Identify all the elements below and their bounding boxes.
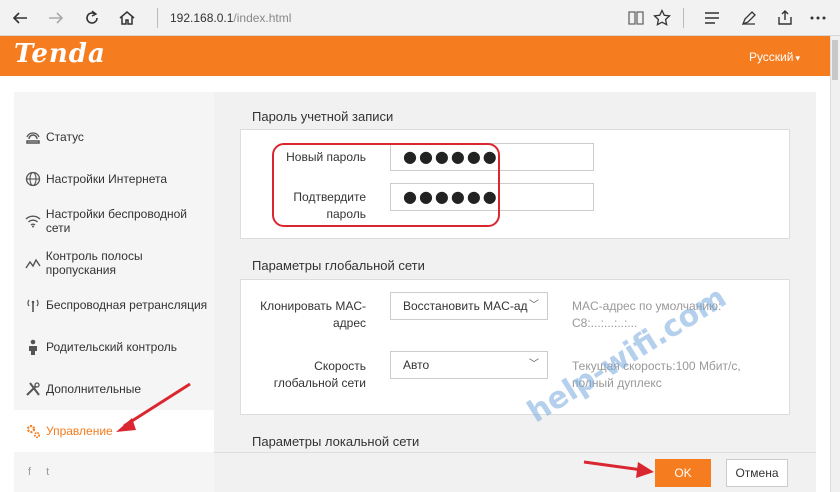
- default-mac-hint-2: C8:...:...:..:...: [572, 316, 638, 330]
- reading-view-icon[interactable]: [624, 6, 648, 30]
- parent-icon: [24, 339, 42, 355]
- address-separator: [157, 8, 158, 28]
- home-icon[interactable]: [115, 6, 139, 30]
- sidebar-item-advanced[interactable]: Дополнительные: [14, 368, 214, 410]
- refresh-icon[interactable]: [80, 6, 104, 30]
- router-header: Tenda Русский ▾: [0, 36, 830, 76]
- clone-mac-label-1: Клонировать MAC-: [260, 299, 366, 313]
- ok-button[interactable]: OK: [655, 459, 711, 487]
- annotation-highlight-box: [272, 143, 500, 227]
- forward-icon[interactable]: [44, 6, 68, 30]
- language-selector[interactable]: Русский ▾: [749, 50, 800, 64]
- toolbar-separator: [683, 8, 684, 28]
- tools-icon: [24, 381, 42, 397]
- globe-icon: [24, 171, 42, 187]
- social-links[interactable]: f t: [28, 466, 55, 478]
- antenna-icon: [24, 297, 42, 313]
- wan-speed-value: Авто: [403, 358, 430, 372]
- address-bar[interactable]: 192.168.0.1/index.html: [170, 11, 291, 25]
- wan-speed-select[interactable]: Авто ﹀: [390, 351, 548, 379]
- hub-menu-icon[interactable]: [700, 6, 724, 30]
- sidebar-item-parental[interactable]: Родительский контроль: [14, 326, 214, 368]
- wan-settings-title: Параметры глобальной сети: [252, 258, 425, 273]
- clone-mac-select[interactable]: Восстановить MAC-ад ﹀: [390, 292, 548, 320]
- page-scrollbar[interactable]: [830, 36, 840, 492]
- address-host: 192.168.0.1: [170, 11, 234, 25]
- sidebar-item-label: Беспроводная ретрансляция: [46, 298, 208, 312]
- clone-mac-value: Восстановить MAC-ад: [403, 299, 528, 313]
- language-caret-icon: ▾: [795, 53, 800, 63]
- share-icon[interactable]: [773, 6, 797, 30]
- sidebar: Статус Настройки Интернета Настройки бес…: [14, 92, 214, 492]
- address-path: /index.html: [233, 11, 292, 25]
- browser-toolbar: 192.168.0.1/index.html: [0, 0, 840, 36]
- sidebar-item-label: Родительский контроль: [46, 340, 177, 354]
- chevron-down-icon: ﹀: [529, 359, 539, 370]
- sidebar-item-label: Настройки Интернета: [46, 172, 168, 186]
- status-icon: [24, 129, 42, 145]
- wifi-icon: [24, 213, 42, 229]
- sidebar-item-management[interactable]: Управление: [14, 410, 214, 452]
- sidebar-item-label: Статус: [46, 130, 84, 144]
- sidebar-item-label: Управление: [46, 424, 113, 438]
- chevron-down-icon: ﹀: [529, 300, 539, 311]
- more-icon[interactable]: [806, 6, 830, 30]
- wan-speed-label-2: глобальной сети: [273, 376, 366, 390]
- sidebar-item-repeater[interactable]: Беспроводная ретрансляция: [14, 284, 214, 326]
- lan-settings-title: Параметры локальной сети: [252, 434, 420, 449]
- sidebar-item-bandwidth[interactable]: Контроль полосы пропускания: [14, 242, 214, 284]
- sidebar-item-label: Дополнительные: [46, 382, 141, 396]
- back-icon[interactable]: [8, 6, 32, 30]
- tenda-logo: Tenda: [14, 39, 106, 69]
- clone-mac-label-2: адрес: [332, 316, 366, 330]
- sidebar-item-status[interactable]: Статус: [14, 116, 214, 158]
- sidebar-item-label: Настройки беспроводной сети: [45, 207, 187, 235]
- pen-note-icon[interactable]: [737, 6, 761, 30]
- favorite-star-icon[interactable]: [650, 6, 674, 30]
- bandwidth-icon: [24, 255, 42, 271]
- wan-speed-label-1: Скорость: [314, 359, 366, 373]
- gears-icon: [24, 423, 42, 439]
- language-label: Русский: [748, 50, 794, 64]
- sidebar-item-wireless[interactable]: Настройки беспроводной сети: [14, 200, 214, 242]
- sidebar-item-internet[interactable]: Настройки Интернета: [14, 158, 214, 200]
- cancel-button[interactable]: Отмена: [726, 459, 788, 487]
- account-password-title: Пароль учетной записи: [252, 109, 394, 124]
- sidebar-item-label: Контроль полосы пропускания: [45, 249, 143, 277]
- scrollbar-thumb[interactable]: [832, 40, 838, 80]
